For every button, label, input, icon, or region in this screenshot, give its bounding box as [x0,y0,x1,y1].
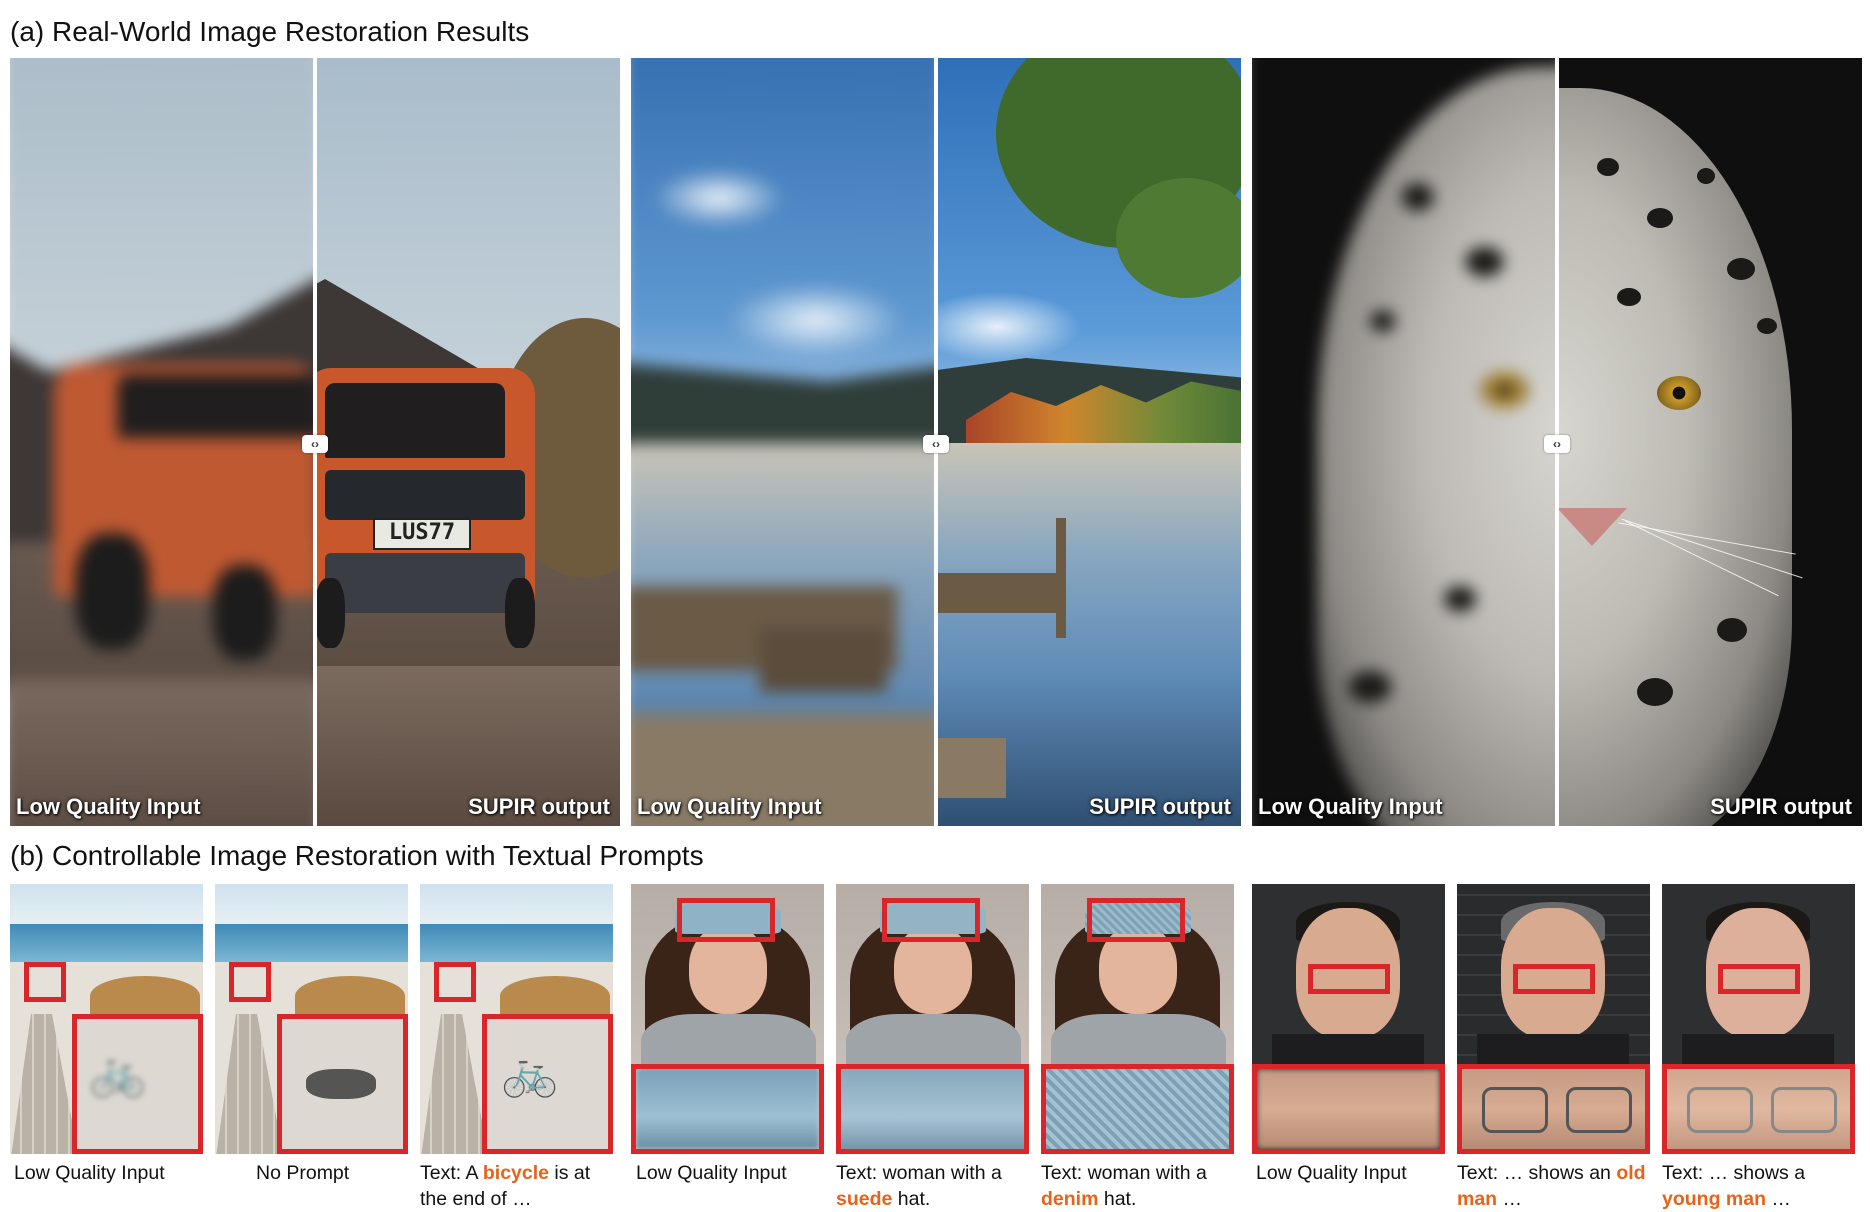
zoom-inset [631,1064,824,1154]
low-quality-half [10,58,315,826]
caption-woman-denim: Text: woman with a denim hat. [1041,1162,1207,1210]
caption-man-lq: Low Quality Input [1256,1162,1407,1184]
zoom-inset [1457,1064,1650,1154]
man-thumbnail-young [1662,884,1855,1154]
zoom-inset [1252,1064,1445,1154]
slider-handle[interactable]: ‹› [1544,435,1570,453]
leopard-scene-blurred [1252,58,1557,826]
supir-output-half [936,58,1241,826]
low-quality-label: Low Quality Input [637,794,822,819]
bicycle-icon: 🚲 [501,1046,559,1098]
license-plate: LUS77 [373,518,471,550]
zoom-inset [1662,1064,1855,1154]
supir-output-half: LUS77 [315,58,620,826]
comparison-panel-car[interactable]: LUS77 ‹› Low Quality Input SUPIR output [10,58,620,826]
caption-beach-lq: Low Quality Input [14,1162,165,1184]
low-quality-label: Low Quality Input [1258,794,1443,819]
caption-beach-text: Text: A bicycle is at the end of … [420,1162,591,1210]
beach-thumbnail-lq: 🚲 [10,884,203,1154]
car-scene-blurred [10,58,315,826]
zoom-inset [836,1064,1029,1154]
caption-woman-suede: Text: woman with a suede hat. [836,1162,1002,1210]
caption-man-young: Text: … shows a young man … [1662,1162,1806,1210]
supir-output-label: SUPIR output [468,794,610,819]
beach-thumbnail-text-prompt: 🚲 [420,884,613,1154]
comparison-panel-lake[interactable]: ‹› Low Quality Input SUPIR output [631,58,1241,826]
caption-man-old: Text: … shows an old man … [1457,1162,1646,1210]
supir-output-label: SUPIR output [1089,794,1231,819]
low-quality-label: Low Quality Input [16,794,201,819]
woman-thumbnail-lq [631,884,824,1154]
man-thumbnail-old [1457,884,1650,1154]
leopard-scene-sharp [1557,58,1862,826]
supir-output-half [1557,58,1862,826]
caption-woman-lq: Low Quality Input [636,1162,787,1184]
zoom-inset [1041,1064,1234,1154]
zoom-inset: 🚲 [482,1014,613,1154]
woman-thumbnail-denim [1041,884,1234,1154]
man-thumbnail-lq [1252,884,1445,1154]
section-a-title: (a) Real-World Image Restoration Results [10,16,530,47]
lake-scene-sharp [936,58,1241,826]
lake-scene-blurred [631,58,936,826]
bicycle-icon: 🚲 [89,1046,147,1098]
beach-thumbnail-no-prompt [215,884,408,1154]
section-b-title: (b) Controllable Image Restoration with … [10,840,704,871]
supir-output-label: SUPIR output [1710,794,1852,819]
low-quality-half [1252,58,1557,826]
slider-handle[interactable]: ‹› [302,435,328,453]
comparison-panel-leopard[interactable]: ‹› Low Quality Input SUPIR output [1252,58,1862,826]
zoom-inset: 🚲 [72,1014,203,1154]
woman-thumbnail-suede [836,884,1029,1154]
car-scene-sharp: LUS77 [315,58,620,826]
slider-handle[interactable]: ‹› [923,435,949,453]
low-quality-half [631,58,936,826]
zoom-inset [277,1014,408,1154]
